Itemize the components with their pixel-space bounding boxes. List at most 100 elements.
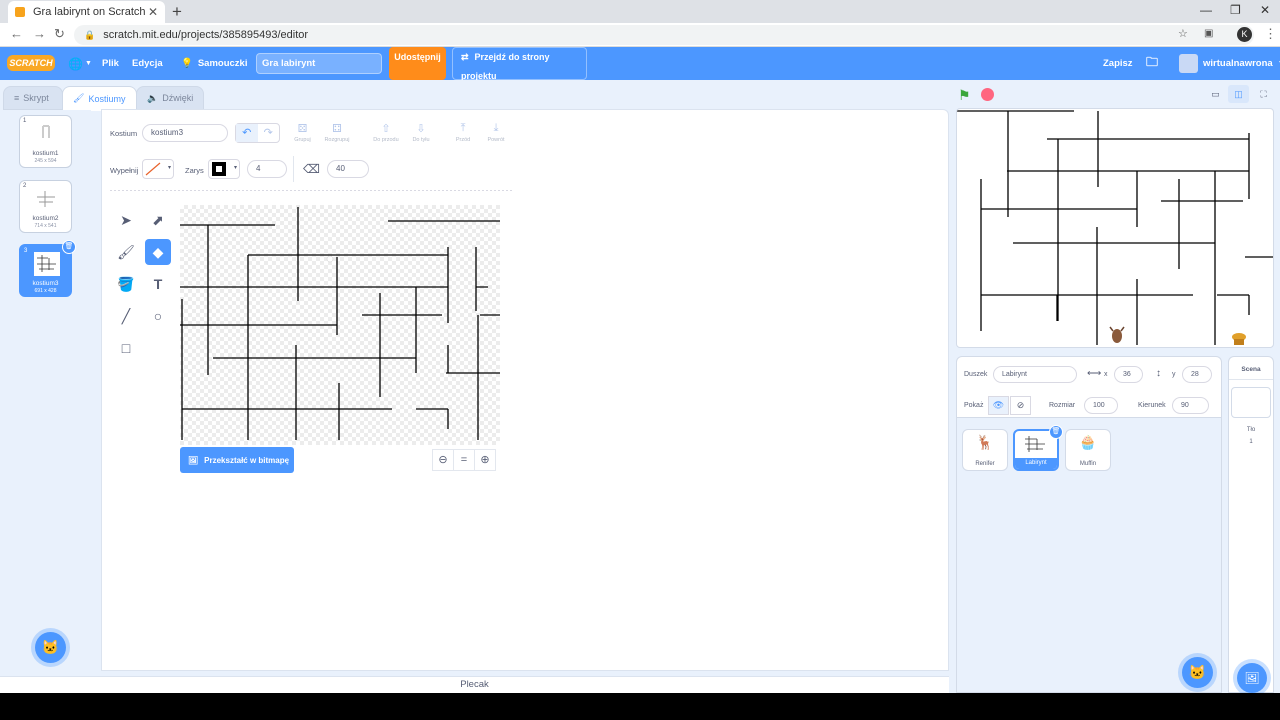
my-stuff-folder-icon[interactable]: 🗀 — [1146, 47, 1158, 80]
reshape-tool[interactable]: ⬈ — [145, 207, 171, 233]
forward-icon[interactable]: → — [33, 26, 46, 41]
front-button[interactable]: ⤒ Przód — [451, 122, 475, 143]
costume-thumbnail — [34, 252, 60, 276]
reload-icon[interactable]: ↻ — [54, 26, 65, 42]
choose-costume-button[interactable]: 🐱 — [35, 632, 66, 663]
fill-color-picker[interactable]: ▾ — [142, 159, 174, 179]
sprite-tile-muffin[interactable]: 🧁 Muffin — [1065, 429, 1111, 471]
group-button[interactable]: ⚄ Grupuj — [290, 122, 315, 143]
browser-menu-icon[interactable]: ⋮ — [1264, 26, 1277, 42]
convert-to-bitmap-button[interactable]: 🖼 Przekształć w bitmapę — [180, 447, 294, 473]
eraser-icon: ◆ — [152, 243, 164, 260]
x-input[interactable]: 36 — [1114, 366, 1143, 383]
circle-tool[interactable]: ○ — [145, 303, 171, 329]
y-input[interactable]: 28 — [1182, 366, 1212, 383]
undo-icon[interactable]: ↶ — [236, 124, 258, 142]
back-button[interactable]: ⤓ Powrót — [483, 122, 509, 143]
browser-tab[interactable]: Gra labirynt on Scratch ✕ — [8, 1, 165, 23]
tab-sounds[interactable]: 🔈 Dźwięki — [136, 86, 204, 110]
select-tool[interactable]: ➤ — [113, 207, 139, 233]
no-fill-swatch-icon — [145, 162, 161, 176]
forward-button[interactable]: ⇧ Do przodu — [370, 122, 402, 143]
brush-tool[interactable]: 🖌 — [113, 239, 139, 265]
tutorials-menu[interactable]: 💡 Samouczki — [181, 47, 247, 80]
normal-stage-icon[interactable]: ◫ — [1228, 85, 1249, 103]
save-now-button[interactable]: Zapisz — [1103, 47, 1133, 80]
speaker-icon: 🔈 — [147, 92, 159, 103]
outline-width-input[interactable]: 4 — [247, 160, 287, 178]
costume-tile-1[interactable]: 1 kostium1 245 x 594 — [19, 115, 72, 168]
share-button[interactable]: Udostępnij — [389, 47, 446, 80]
brush-icon: 🖌 — [73, 93, 85, 103]
edit-menu[interactable]: Edycja — [132, 47, 163, 80]
maximize-icon[interactable]: ❐ — [1230, 3, 1241, 17]
costume-name-label: Kostium — [110, 129, 138, 138]
costume-name: kostium3 — [32, 280, 59, 287]
hide-sprite-icon[interactable]: ⊘ — [1010, 396, 1031, 415]
paint-editor: Kostium kostium3 ↶ ↷ ⚄ Grupuj ⚃ Rozgrupuj … — [101, 109, 949, 671]
choose-sprite-button[interactable]: 🐱 — [1182, 657, 1213, 688]
new-tab-button[interactable]: + — [172, 2, 182, 22]
scratch-logo[interactable]: SCRATCH — [7, 55, 55, 71]
muffin-sprite[interactable] — [1232, 333, 1246, 345]
backward-button[interactable]: ⇩ Do tyłu — [407, 122, 435, 143]
sprite-name: Labirynt — [1015, 458, 1057, 469]
lock-icon: 🔒 — [84, 29, 96, 40]
delete-sprite-icon[interactable]: 🗑 — [1049, 425, 1063, 439]
redo-icon[interactable]: ↷ — [258, 124, 280, 142]
stage-canvas[interactable] — [956, 108, 1274, 348]
eraser-cursor — [326, 255, 334, 263]
language-menu[interactable]: 🌐 ▼ — [68, 47, 92, 80]
profile-avatar[interactable]: K — [1237, 27, 1252, 42]
direction-input[interactable]: 90 — [1172, 397, 1209, 414]
file-menu[interactable]: Plik — [102, 47, 119, 80]
close-window-icon[interactable]: ✕ — [1260, 3, 1270, 17]
stage-target-pane[interactable]: Scena Tło 1 🖼 — [1228, 356, 1274, 693]
costume-name: kostium1 — [32, 150, 59, 157]
sprite-name-input[interactable]: Labirynt — [993, 366, 1077, 383]
zoom-out-button[interactable]: ⊖ — [432, 449, 454, 471]
project-title-input[interactable]: Gra labirynt — [256, 53, 382, 74]
costume-name-input[interactable]: kostium3 — [142, 124, 228, 142]
show-label: Pokaż — [964, 402, 984, 409]
rectangle-tool[interactable]: □ — [113, 335, 139, 361]
fullscreen-icon[interactable]: ⛶ — [1253, 85, 1274, 103]
backpack-bar[interactable]: Plecak — [0, 676, 949, 693]
ungroup-button[interactable]: ⚃ Rozgrupuj — [321, 122, 353, 143]
costume-tile-2[interactable]: 2 kostium2 714 x 541 — [19, 180, 72, 233]
costume-list: 1 kostium1 245 x 594 2 kostium2 714 x 54… — [0, 110, 91, 693]
show-visible-icon[interactable]: 👁 — [988, 396, 1009, 415]
tab-costumes[interactable]: 🖌 Kostiumy — [62, 86, 137, 111]
extension-icon[interactable]: ▣ — [1204, 28, 1213, 39]
backdrops-label: Tło — [1246, 427, 1256, 433]
fill-tool[interactable]: 🪣 — [113, 271, 139, 297]
front-label: Przód — [455, 137, 471, 143]
costume-tile-3[interactable]: 3 kostium3 691 x 428 🗑 — [19, 240, 76, 297]
sprite-tile-labirynt[interactable]: Labirynt 🗑 — [1013, 425, 1063, 471]
eraser-size-input[interactable]: 40 — [327, 160, 369, 178]
back-icon[interactable]: ← — [10, 26, 23, 41]
small-stage-icon[interactable]: ▭ — [1205, 85, 1226, 103]
reindeer-sprite[interactable] — [1109, 326, 1125, 343]
green-flag-icon[interactable]: ⚑ — [958, 87, 971, 104]
account-menu[interactable]: wirtualnawrona ▼ — [1179, 47, 1280, 80]
eraser-tool[interactable]: ◆ — [145, 239, 171, 265]
bookmark-star-icon[interactable]: ☆ — [1178, 27, 1188, 40]
choose-backdrop-button[interactable]: 🖼 — [1237, 663, 1267, 693]
minimize-icon[interactable]: — — [1200, 3, 1212, 17]
see-project-page-button[interactable]: ⇄ Przejdź do strony projektu — [452, 47, 587, 81]
sprite-tile-renifer[interactable]: 🦌 Renifer — [962, 429, 1008, 471]
zoom-reset-button[interactable]: = — [453, 449, 475, 471]
text-tool[interactable]: T — [145, 271, 171, 297]
size-input[interactable]: 100 — [1084, 397, 1118, 414]
tab-code[interactable]: ≡ Skrypt — [3, 86, 63, 110]
close-tab-icon[interactable]: ✕ — [148, 5, 158, 19]
zoom-in-button[interactable]: ⊕ — [474, 449, 496, 471]
outline-color-picker[interactable]: ▾ — [208, 159, 240, 179]
line-tool[interactable]: ╱ — [113, 303, 139, 329]
drawing-canvas[interactable] — [180, 205, 500, 445]
address-bar[interactable]: 🔒 scratch.mit.edu/projects/385895493/edi… — [74, 25, 1254, 45]
costume-thumbnail — [33, 122, 59, 146]
stop-icon[interactable] — [981, 88, 994, 101]
delete-costume-icon[interactable]: 🗑 — [62, 240, 76, 254]
